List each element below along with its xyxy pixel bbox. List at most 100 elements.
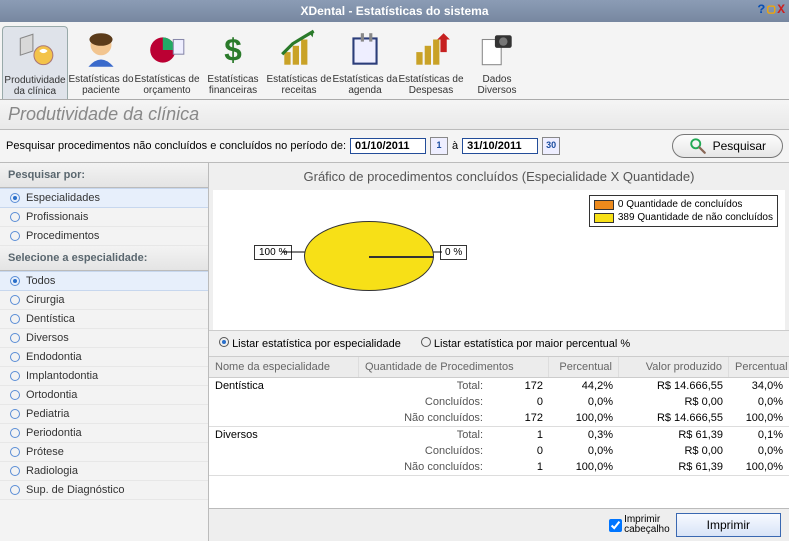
window-title: XDental - Estatísticas do sistema — [300, 4, 488, 18]
cell-name — [209, 394, 359, 410]
cell-row-label: Concluídos: — [359, 443, 489, 459]
sidebar-item[interactable]: Profissionais — [0, 208, 208, 227]
toolbar-label: Estatísticasfinanceiras — [200, 74, 266, 96]
sidebar-item-label: Profissionais — [26, 211, 88, 223]
revenue-icon — [266, 26, 332, 74]
toolbar-item-4[interactable]: Estatísticas dereceitas — [266, 26, 332, 99]
sidebar-item[interactable]: Sup. de Diagnóstico — [0, 481, 208, 500]
toolbar-item-3[interactable]: $ Estatísticasfinanceiras — [200, 26, 266, 99]
th-value[interactable]: Valor produzido — [619, 357, 729, 377]
sidebar-item-label: Ortodontia — [26, 389, 77, 401]
sidebar-item[interactable]: Ortodontia — [0, 386, 208, 405]
calendar-from-icon[interactable]: 1 — [430, 137, 448, 155]
table-header: Nome da especialidade Quantidade de Proc… — [209, 357, 789, 378]
sidebar-item[interactable]: Procedimentos — [0, 227, 208, 246]
sidebar-item-label: Sup. de Diagnóstico — [26, 484, 124, 496]
sidebar-item[interactable]: Implantodontia — [0, 367, 208, 386]
cell-name — [209, 410, 359, 426]
svg-text:$: $ — [224, 31, 242, 67]
cell-value: R$ 0,00 — [619, 394, 729, 410]
toolbar-item-6[interactable]: Estatísticas deDespesas — [398, 26, 464, 99]
toolbar-label: Estatísticas deorçamento — [134, 74, 200, 96]
calendar-to-icon[interactable]: 30 — [542, 137, 560, 155]
cell-name — [209, 459, 359, 475]
pie-chart: 0 Quantidade de concluídos 389 Quantidad… — [213, 190, 785, 330]
table-row: Não concluídos:172100,0%R$ 14.666,55100,… — [209, 410, 789, 426]
chart-legend: 0 Quantidade de concluídos 389 Quantidad… — [589, 195, 778, 227]
sidebar-item[interactable]: Dentística — [0, 310, 208, 329]
sidebar-item[interactable]: Prótese — [0, 443, 208, 462]
cell-qty: 172 — [489, 410, 549, 426]
table-row: Concluídos:00,0%R$ 0,000,0% — [209, 394, 789, 410]
minimize-icon[interactable]: ▢ — [767, 2, 775, 18]
table-row: Não concluídos:1100,0%R$ 61,39100,0% — [209, 459, 789, 475]
footer-bar: Imprimir cabeçalho Imprimir — [209, 508, 789, 541]
toolbar-item-0[interactable]: Produtividadeda clínica — [2, 26, 68, 99]
th-qty[interactable]: Quantidade de Procedimentos — [359, 357, 549, 377]
cell-percent2: 0,0% — [729, 394, 789, 410]
toolbar-item-5[interactable]: Estatísticas daagenda — [332, 26, 398, 99]
cell-value: R$ 14.666,55 — [619, 410, 729, 426]
search-button[interactable]: Pesquisar — [672, 134, 783, 158]
help-icon[interactable]: ? — [758, 2, 766, 18]
th-percent2[interactable]: Percentual — [729, 357, 789, 377]
agenda-icon — [332, 26, 398, 74]
print-button[interactable]: Imprimir — [676, 513, 781, 537]
sidebar-item[interactable]: Todos — [0, 271, 208, 291]
table-group: DiversosTotal:10,3%R$ 61,390,1%Concluído… — [209, 427, 789, 476]
sidebar-item[interactable]: Periodontia — [0, 424, 208, 443]
radio-icon — [10, 212, 20, 222]
cell-percent2: 100,0% — [729, 459, 789, 475]
sidebar-item-label: Dentística — [26, 313, 75, 325]
toolbar-label: Estatísticas deDespesas — [398, 74, 464, 96]
date-from-input[interactable] — [350, 138, 426, 154]
cell-percent2: 0,1% — [729, 427, 789, 443]
sidebar-item[interactable]: Radiologia — [0, 462, 208, 481]
opt-by-speciality[interactable]: Listar estatística por especialidade — [219, 337, 401, 350]
print-header-checkbox[interactable]: Imprimir cabeçalho — [609, 515, 670, 535]
cell-percent: 44,2% — [549, 378, 619, 394]
date-to-label: à — [452, 140, 458, 152]
sidebar-item-label: Implantodontia — [26, 370, 98, 382]
radio-icon — [10, 231, 20, 241]
swatch-yellow-icon — [594, 213, 614, 223]
cell-percent: 100,0% — [549, 459, 619, 475]
date-to-input[interactable] — [462, 138, 538, 154]
cell-percent2: 0,0% — [729, 443, 789, 459]
legend-text-undone: 389 Quantidade de não concluídos — [618, 212, 773, 223]
toolbar-label: Produtividadeda clínica — [3, 75, 67, 97]
sidebar-item[interactable]: Especialidades — [0, 188, 208, 208]
opt-by-percent[interactable]: Listar estatística por maior percentual … — [421, 337, 630, 350]
cell-percent2: 100,0% — [729, 410, 789, 426]
th-percent[interactable]: Percentual — [549, 357, 619, 377]
toolbar-label: Estatísticas dopaciente — [68, 74, 134, 96]
close-icon[interactable]: X — [777, 2, 785, 18]
radio-icon — [10, 193, 20, 203]
table-row: DiversosTotal:10,3%R$ 61,390,1% — [209, 427, 789, 443]
radio-icon — [10, 333, 20, 343]
toolbar-item-2[interactable]: Estatísticas deorçamento — [134, 26, 200, 99]
sidebar-item-label: Procedimentos — [26, 230, 99, 242]
cell-qty: 0 — [489, 394, 549, 410]
legend-item-undone: 389 Quantidade de não concluídos — [592, 211, 775, 224]
th-name[interactable]: Nome da especialidade — [209, 357, 359, 377]
sidebar-item[interactable]: Pediatria — [0, 405, 208, 424]
toolbar-item-7[interactable]: DadosDiversos — [464, 26, 530, 99]
sidebar-item[interactable]: Cirurgia — [0, 291, 208, 310]
radio-icon — [10, 466, 20, 476]
print-header-check[interactable] — [609, 519, 622, 532]
content-pane: Gráfico de procedimentos concluídos (Esp… — [209, 163, 789, 541]
sidebar-item[interactable]: Diversos — [0, 329, 208, 348]
radio-icon — [10, 390, 20, 400]
cell-qty: 172 — [489, 378, 549, 394]
sidebar-item[interactable]: Endodontia — [0, 348, 208, 367]
cell-row-label: Total: — [359, 427, 489, 443]
cell-qty: 0 — [489, 443, 549, 459]
cell-percent: 100,0% — [549, 410, 619, 426]
table-row: DentísticaTotal:17244,2%R$ 14.666,5534,0… — [209, 378, 789, 394]
toolbar-item-1[interactable]: Estatísticas dopaciente — [68, 26, 134, 99]
cell-row-label: Não concluídos: — [359, 459, 489, 475]
search-button-label: Pesquisar — [713, 139, 766, 153]
radio-icon — [10, 371, 20, 381]
cell-name: Dentística — [209, 378, 359, 394]
